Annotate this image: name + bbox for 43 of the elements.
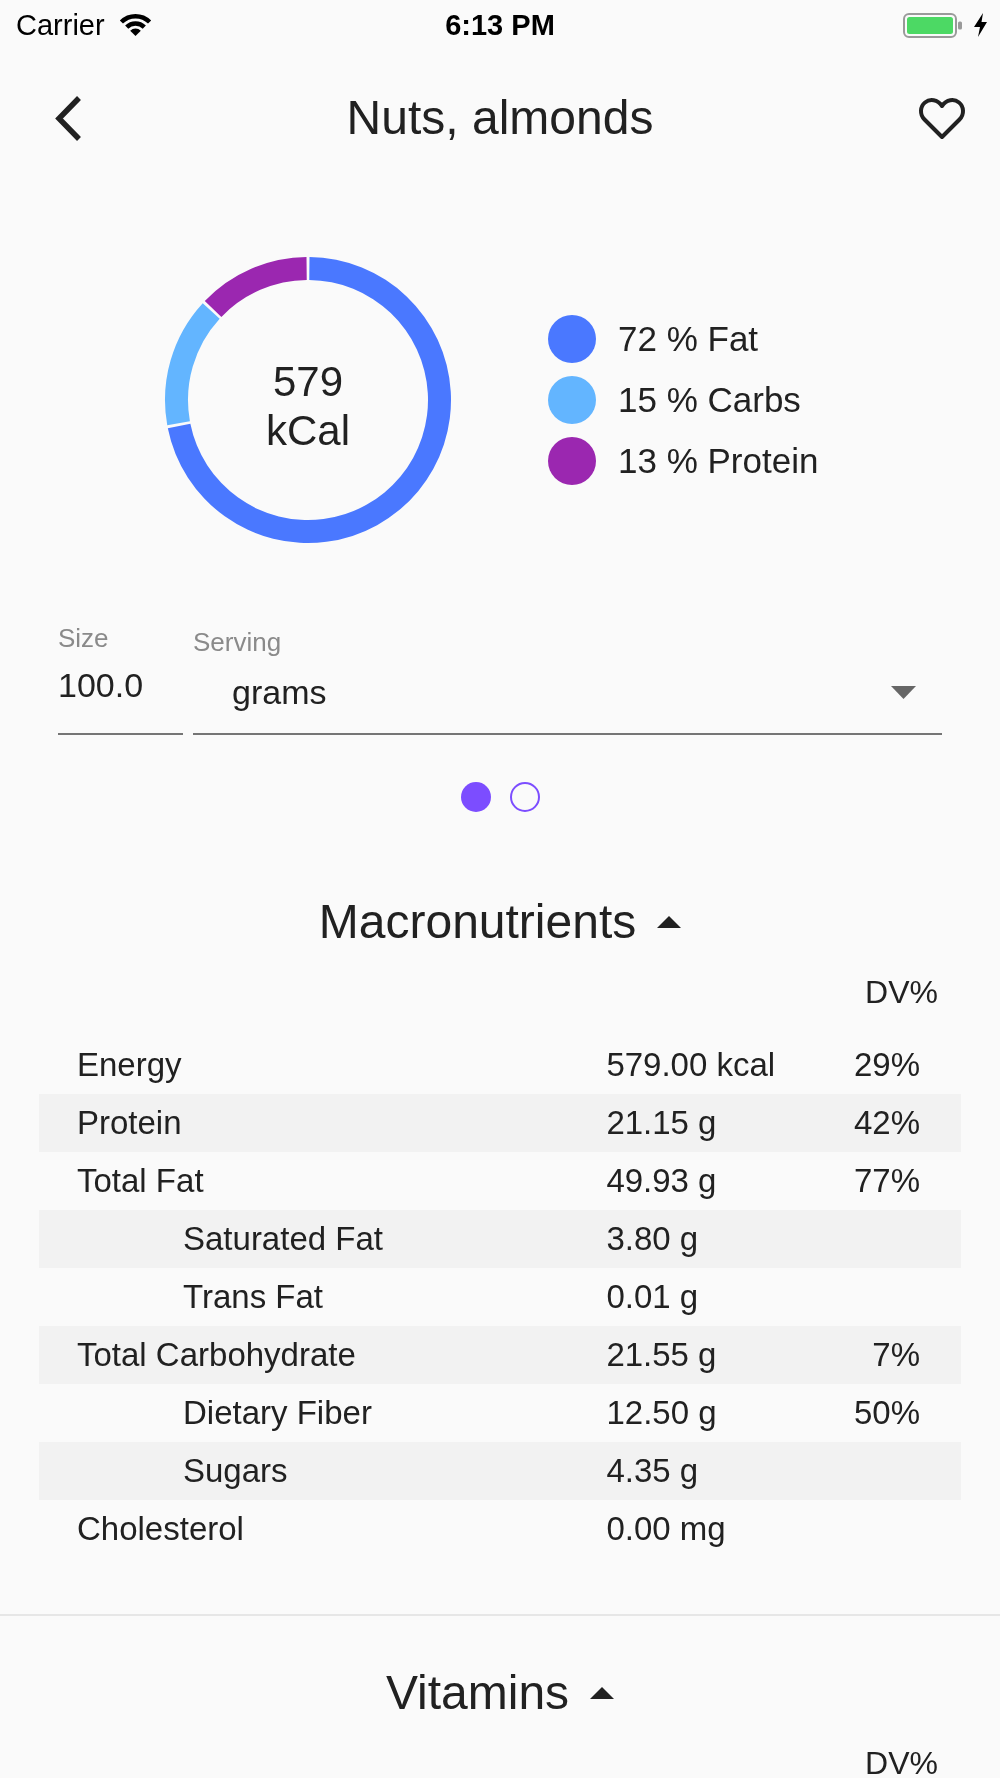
nutrient-amount: 0.01 g: [606, 1278, 699, 1315]
page-title: Nuts, almonds: [346, 90, 654, 146]
battery-icon: [903, 12, 963, 38]
size-field[interactable]: Size 100.0: [58, 623, 183, 735]
nutrient-amount: 579.00 kcal: [606, 1046, 776, 1083]
daily-value: 77%: [853, 1161, 920, 1201]
column-header: DV%: [865, 976, 938, 1008]
legend-label: 13 % Protein: [618, 440, 819, 482]
daily-value: 42%: [853, 1103, 920, 1143]
nutrient-amount: 21.15 g: [606, 1104, 717, 1141]
energy-unit: kCal: [266, 405, 350, 455]
daily-value: 29%: [853, 1045, 920, 1085]
section-header[interactable]: Vitamins: [385, 1665, 615, 1721]
daily-value: 50%: [853, 1393, 920, 1433]
nutrient-name: Total Fat: [77, 1162, 204, 1199]
daily-value: 7%: [872, 1335, 920, 1375]
nutrient-name: Trans Fat: [183, 1278, 323, 1315]
nutrient-name: Sugars: [183, 1452, 288, 1489]
column-header: DV%: [865, 1747, 938, 1778]
energy-value: 579: [272, 356, 344, 406]
wifi-icon: [118, 13, 152, 37]
nutrient-name: Saturated Fat: [183, 1220, 383, 1257]
nutrient-amount: 0.00 mg: [606, 1510, 726, 1547]
serving-dropdown[interactable]: Serving grams: [193, 623, 942, 735]
nutrient-amount: 4.35 g: [606, 1452, 699, 1489]
back-icon[interactable]: [54, 94, 83, 142]
section-header[interactable]: Macronutrients: [318, 894, 682, 950]
nutrient-name: Energy: [77, 1046, 182, 1083]
status-time: 6:13 PM: [445, 8, 555, 42]
nutrient-name: Cholesterol: [77, 1510, 244, 1547]
heart-icon[interactable]: [918, 96, 966, 140]
legend-label: 15 % Carbs: [618, 379, 801, 421]
charging-bolt-icon: [974, 13, 987, 37]
nutrient-name: Dietary Fiber: [183, 1394, 372, 1431]
nutrient-name: Total Carbohydrate: [77, 1336, 356, 1373]
nutrient-amount: 49.93 g: [606, 1162, 717, 1199]
nutrient-amount: 3.80 g: [606, 1220, 699, 1257]
nutrient-amount: 12.50 g: [606, 1394, 717, 1431]
dropdown-caret-icon: [891, 685, 916, 699]
nutrient-amount: 21.55 g: [606, 1336, 717, 1373]
nutrient-name: Protein: [77, 1104, 182, 1141]
legend-label: 72 % Fat: [618, 318, 759, 360]
carrier-name: Carrier: [16, 8, 105, 42]
